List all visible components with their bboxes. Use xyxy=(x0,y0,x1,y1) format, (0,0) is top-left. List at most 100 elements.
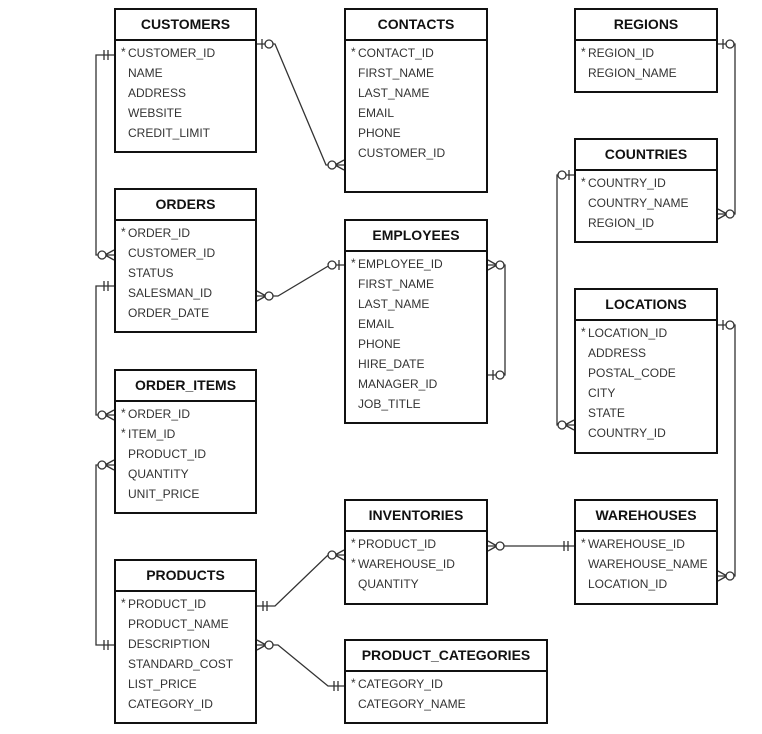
column-name: ORDER_ID xyxy=(128,226,191,240)
column-row: LAST_NAME xyxy=(346,83,486,103)
column-name: LIST_PRICE xyxy=(128,677,197,691)
zero-or-many-icon xyxy=(97,250,107,260)
column-row: WEBSITE xyxy=(116,103,255,123)
column-row: * EMPLOYEE_ID xyxy=(346,254,486,274)
zero-or-one-icon xyxy=(725,39,735,49)
column-name: EMAIL xyxy=(358,106,395,120)
column-list: * CUSTOMER_ID NAME ADDRESS WEBSITE CREDIT_LIM… xyxy=(116,41,255,143)
zero-or-many-icon xyxy=(725,209,735,219)
column-row: * CONTACT_ID xyxy=(346,43,486,63)
table-product-categories[interactable]: PRODUCT_CATEGORIES * CATEGORY_ID CATEGORY_N… xyxy=(344,639,548,724)
column-row: UNIT_PRICE xyxy=(116,484,255,504)
primary-key-marker: * xyxy=(581,45,586,59)
zero-or-one-icon xyxy=(557,170,567,180)
column-name: LAST_NAME xyxy=(358,86,430,100)
table-orders[interactable]: ORDERS * ORDER_ID CUSTOMER_ID STATUS SALESMAN… xyxy=(114,188,257,333)
column-name: COUNTRY_ID xyxy=(588,176,666,190)
column-name: PHONE xyxy=(358,337,401,351)
column-name: LAST_NAME xyxy=(358,297,430,311)
column-row: PRODUCT_ID xyxy=(116,444,255,464)
column-name: COUNTRY_ID xyxy=(588,426,666,440)
column-name: LOCATION_ID xyxy=(588,577,668,591)
relationship-line xyxy=(556,174,574,426)
column-list: * LOCATION_ID ADDRESS POSTAL_CODE CITY STATE C… xyxy=(576,321,716,443)
primary-key-marker: * xyxy=(121,426,126,440)
column-name: MANAGER_ID xyxy=(358,377,438,391)
primary-key-marker: * xyxy=(121,225,126,239)
column-name: CREDIT_LIMIT xyxy=(128,126,211,140)
zero-or-many-icon xyxy=(495,541,505,551)
primary-key-marker: * xyxy=(121,596,126,610)
table-inventories[interactable]: INVENTORIES * PRODUCT_ID * WAREHOUSE_ID QUANT… xyxy=(344,499,488,605)
primary-key-marker: * xyxy=(351,676,356,690)
column-name: PRODUCT_ID xyxy=(358,537,437,551)
table-title: CONTACTS xyxy=(346,10,486,41)
zero-or-many-icon xyxy=(725,571,735,581)
table-title: ORDER_ITEMS xyxy=(116,371,255,402)
column-row: QUANTITY xyxy=(116,464,255,484)
column-name: POSTAL_CODE xyxy=(588,366,676,380)
column-row: * PRODUCT_ID xyxy=(346,534,486,554)
relationship-line xyxy=(718,43,736,215)
table-countries[interactable]: COUNTRIES * COUNTRY_ID COUNTRY_NAME REGION_I… xyxy=(574,138,718,243)
column-name: WAREHOUSE_ID xyxy=(358,557,455,571)
column-row: POSTAL_CODE xyxy=(576,363,716,383)
table-order-items[interactable]: ORDER_ITEMS * ORDER_ID * ITEM_ID PRODUCT_ID QU… xyxy=(114,369,257,514)
column-row: HIRE_DATE xyxy=(346,354,486,374)
table-locations[interactable]: LOCATIONS * LOCATION_ID ADDRESS POSTAL_CODE C… xyxy=(574,288,718,454)
column-name: CUSTOMER_ID xyxy=(128,46,216,60)
zero-or-many-icon xyxy=(264,640,274,650)
zero-or-one-icon xyxy=(725,320,735,330)
column-row: STANDARD_COST xyxy=(116,654,255,674)
zero-or-many-icon xyxy=(327,550,337,560)
column-name: ORDER_DATE xyxy=(128,306,210,320)
column-row: QUANTITY xyxy=(346,574,486,594)
column-row: JOB_TITLE xyxy=(346,394,486,414)
column-row: CREDIT_LIMIT xyxy=(116,123,255,143)
primary-key-marker: * xyxy=(351,536,356,550)
column-name: CUSTOMER_ID xyxy=(128,246,216,260)
relationship-line xyxy=(257,43,344,166)
column-row: * ORDER_ID xyxy=(116,404,255,424)
table-title: LOCATIONS xyxy=(576,290,716,321)
column-name: ADDRESS xyxy=(588,346,647,360)
table-products[interactable]: PRODUCTS * PRODUCT_ID PRODUCT_NAME DESCRIPTI… xyxy=(114,559,257,724)
table-customers[interactable]: CUSTOMERS * CUSTOMER_ID NAME ADDRESS WEBSITE C… xyxy=(114,8,257,153)
primary-key-marker: * xyxy=(351,556,356,570)
relationship-line xyxy=(95,54,114,256)
column-name: QUANTITY xyxy=(358,577,419,591)
column-row: REGION_ID xyxy=(576,213,716,233)
column-row: PRODUCT_NAME xyxy=(116,614,255,634)
zero-or-many-icon xyxy=(495,260,505,270)
column-name: SALESMAN_ID xyxy=(128,286,213,300)
relationship-line xyxy=(257,554,344,607)
column-name: DESCRIPTION xyxy=(128,637,211,651)
column-name: REGION_NAME xyxy=(588,66,677,80)
column-row: * WAREHOUSE_ID xyxy=(346,554,486,574)
column-name: CATEGORY_ID xyxy=(358,677,443,691)
table-warehouses[interactable]: WAREHOUSES * WAREHOUSE_ID WAREHOUSE_NAME LOC… xyxy=(574,499,718,605)
column-name: STANDARD_COST xyxy=(128,657,234,671)
primary-key-marker: * xyxy=(581,536,586,550)
relationship-line xyxy=(257,264,344,297)
column-name: CONTACT_ID xyxy=(358,46,434,60)
zero-or-many-icon xyxy=(97,460,107,470)
column-row: * ITEM_ID xyxy=(116,424,255,444)
column-row: * WAREHOUSE_ID xyxy=(576,534,716,554)
column-name: QUANTITY xyxy=(128,467,189,481)
table-title: WAREHOUSES xyxy=(576,501,716,532)
column-row: CUSTOMER_ID xyxy=(346,143,486,163)
column-name: HIRE_DATE xyxy=(358,357,425,371)
column-name: PRODUCT_ID xyxy=(128,597,207,611)
column-list: * REGION_ID REGION_NAME xyxy=(576,41,716,83)
column-name: WEBSITE xyxy=(128,106,183,120)
column-name: EMAIL xyxy=(358,317,395,331)
table-contacts[interactable]: CONTACTS * CONTACT_ID FIRST_NAME LAST_NAME EM… xyxy=(344,8,488,193)
column-row: * LOCATION_ID xyxy=(576,323,716,343)
table-title: ORDERS xyxy=(116,190,255,221)
column-row: SALESMAN_ID xyxy=(116,283,255,303)
table-employees[interactable]: EMPLOYEES * EMPLOYEE_ID FIRST_NAME LAST_NAME… xyxy=(344,219,488,424)
table-title: PRODUCT_CATEGORIES xyxy=(346,641,546,672)
table-regions[interactable]: REGIONS * REGION_ID REGION_NAME xyxy=(574,8,718,93)
column-name: ADDRESS xyxy=(128,86,187,100)
